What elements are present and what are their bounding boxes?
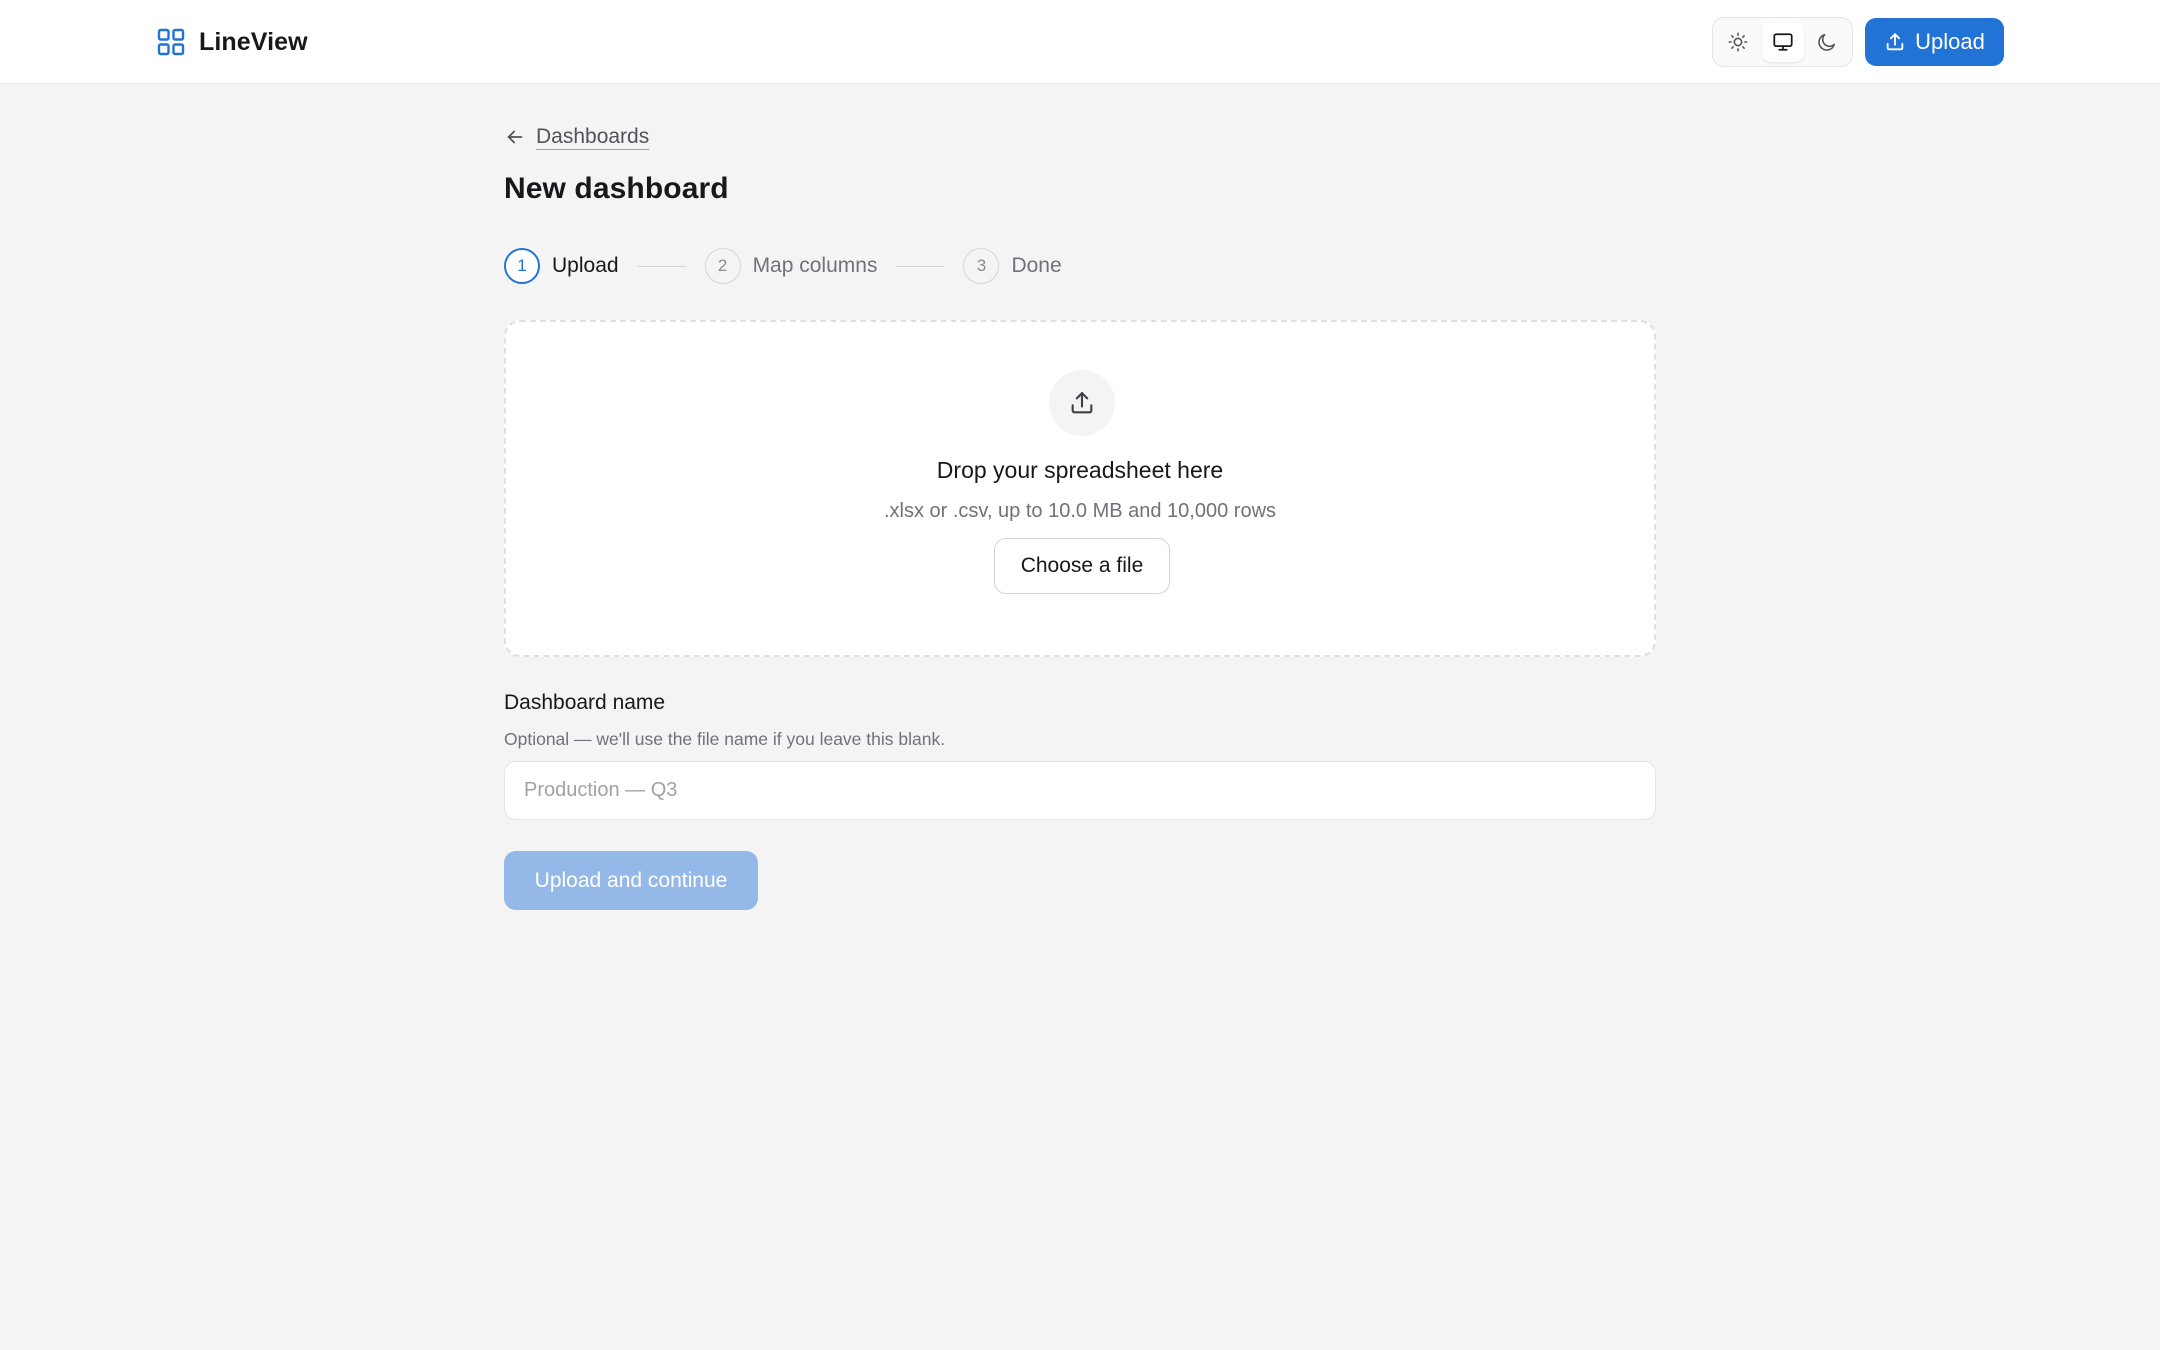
sun-icon (1728, 32, 1748, 52)
theme-system-button[interactable] (1761, 22, 1804, 62)
arrow-left-icon[interactable] (504, 126, 526, 148)
theme-dark-button[interactable] (1806, 22, 1848, 62)
upload-icon (1886, 33, 1904, 51)
step-label: Map columns (752, 254, 878, 277)
step-done: 3 Done (963, 248, 1062, 284)
dropzone-title: Drop your spreadsheet here (936, 457, 1224, 483)
header-upload-button[interactable]: Upload (1865, 18, 2004, 66)
step-number: 1 (504, 248, 540, 284)
theme-switcher (1712, 17, 1853, 67)
moon-icon (1818, 33, 1836, 51)
dropzone-icon-circle (1049, 370, 1115, 436)
stepper: 1 Upload 2 Map columns 3 Done (504, 247, 1062, 285)
breadcrumb-dashboards-link[interactable]: Dashboards (536, 125, 649, 149)
file-dropzone[interactable]: Drop your spreadsheet here .xlsx or .csv… (504, 320, 1656, 657)
top-bar: LineView Upload (0, 0, 2160, 84)
step-label: Upload (552, 254, 619, 277)
upload-icon (1071, 392, 1093, 414)
step-number: 3 (963, 248, 1000, 284)
step-connector (896, 265, 945, 267)
grid-icon (157, 28, 185, 56)
dashboard-name-label: Dashboard name (504, 691, 666, 714)
breadcrumb: Dashboards (504, 122, 649, 152)
dashboard-name-help: Optional — we'll use the file name if yo… (504, 729, 946, 749)
monitor-icon (1772, 33, 1793, 51)
step-map-columns: 2 Map columns (704, 248, 878, 284)
step-connector (637, 265, 686, 267)
dashboard-name-input[interactable] (504, 761, 1656, 820)
step-number: 2 (704, 248, 741, 284)
step-upload: 1 Upload (504, 248, 619, 284)
dropzone-subtitle: .xlsx or .csv, up to 10.0 MB and 10,000 … (883, 500, 1277, 522)
brand[interactable]: LineView (157, 26, 308, 58)
theme-light-button[interactable] (1717, 22, 1759, 62)
step-label: Done (1011, 254, 1062, 277)
app-name: LineView (199, 27, 308, 56)
page-title: New dashboard (504, 172, 729, 205)
choose-file-button[interactable]: Choose a file (994, 538, 1170, 594)
upload-and-continue-button[interactable]: Upload and continue (504, 851, 758, 910)
header-upload-label: Upload (1915, 29, 1985, 54)
